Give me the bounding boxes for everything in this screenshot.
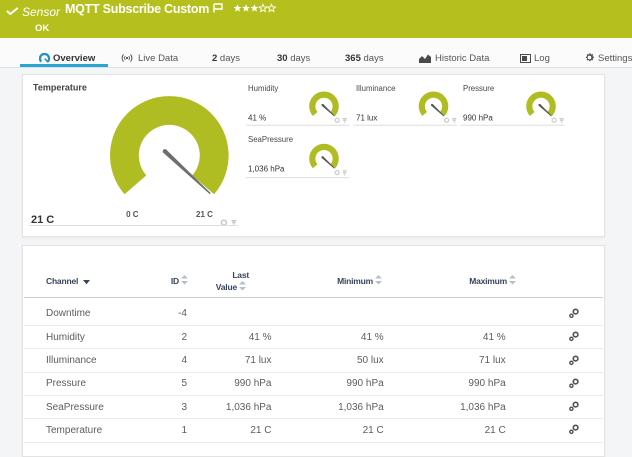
svg-text:SeaPressure: SeaPressure bbox=[248, 135, 293, 144]
svg-text:41 %: 41 % bbox=[248, 114, 266, 123]
svg-text:21 C: 21 C bbox=[31, 214, 54, 226]
svg-text:Temperature: Temperature bbox=[33, 83, 87, 93]
svg-text:21 C: 21 C bbox=[196, 210, 213, 219]
svg-text:990 hPa: 990 hPa bbox=[463, 114, 493, 123]
svg-text:Humidity: Humidity bbox=[248, 84, 278, 93]
svg-text:Illuminance: Illuminance bbox=[356, 84, 395, 93]
svg-text:0 C: 0 C bbox=[126, 210, 139, 219]
svg-text:71 lux: 71 lux bbox=[356, 114, 377, 123]
svg-text:Pressure: Pressure bbox=[463, 84, 494, 93]
svg-text:1,036 hPa: 1,036 hPa bbox=[248, 165, 285, 174]
